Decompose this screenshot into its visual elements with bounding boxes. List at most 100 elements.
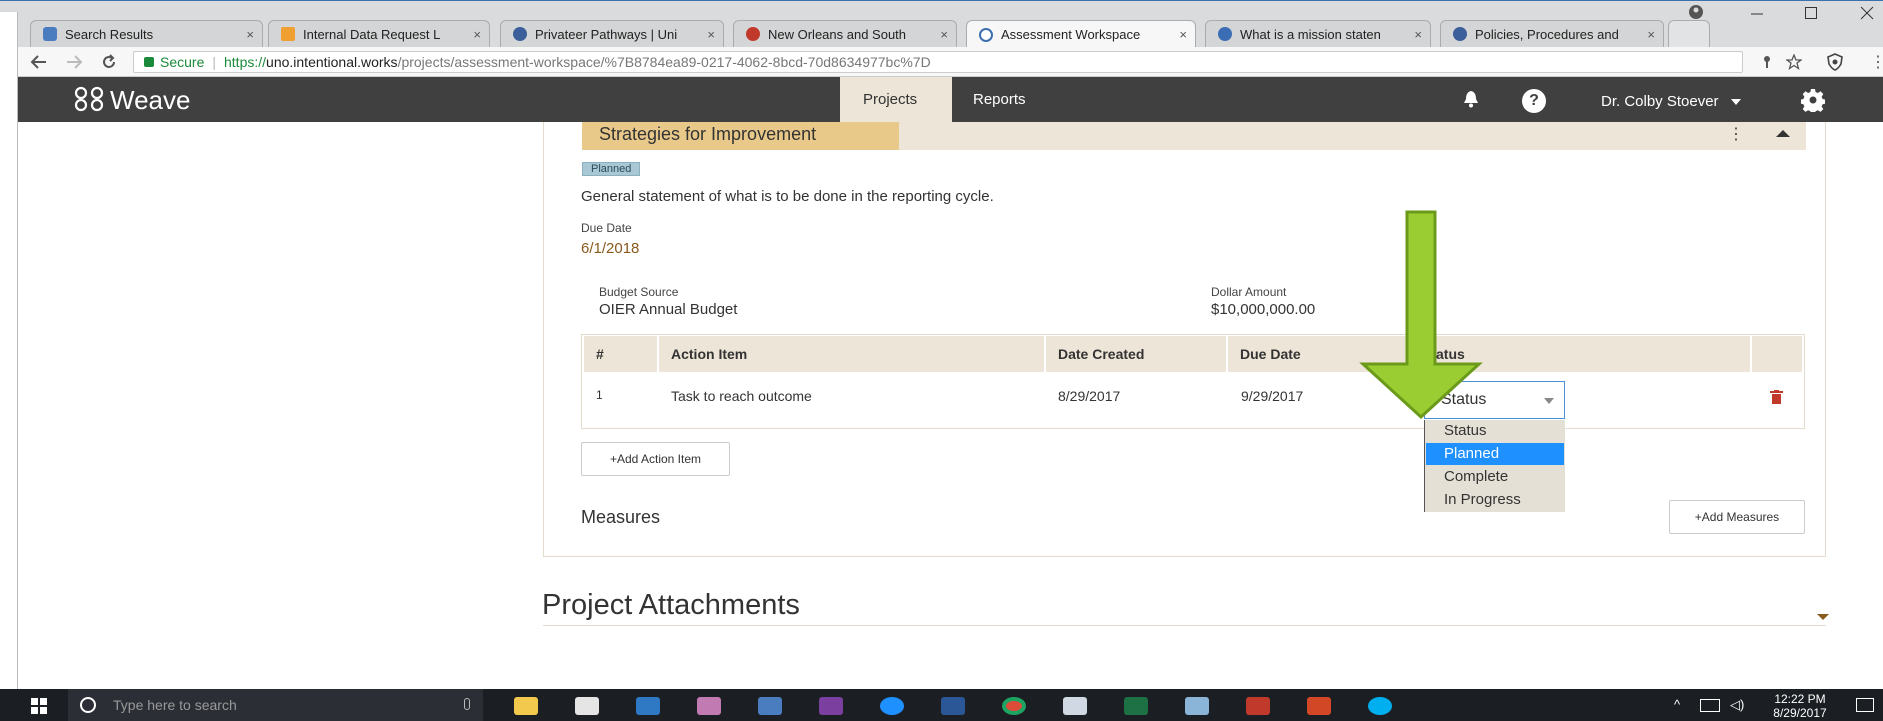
bell-icon[interactable] [1461,89,1481,114]
add-measures-button[interactable]: +Add Measures [1669,500,1805,534]
window-left-edge [0,12,18,689]
windows-start-icon[interactable] [31,698,47,719]
acrobat-icon[interactable] [1246,697,1270,715]
tab-label: Privateer Pathways | Uni [535,26,678,42]
onenote-icon[interactable] [819,697,843,715]
reload-icon[interactable] [100,53,118,76]
taskbar-search-box[interactable]: Type here to search [68,689,483,721]
user-menu[interactable]: Dr. Colby Stoever [1601,93,1741,110]
help-icon[interactable]: ? [1522,89,1546,113]
maximize-icon[interactable] [1804,6,1818,24]
internet-explorer-icon[interactable] [880,697,904,715]
skype-icon[interactable] [1368,697,1392,715]
tab-mission-statement[interactable]: What is a mission staten × [1205,20,1431,47]
remote-desktop-icon[interactable] [758,697,782,715]
taskbar-clock[interactable]: 12:22 PM 8/29/2017 [1770,692,1830,720]
tab-assessment-workspace[interactable]: Assessment Workspace × [966,20,1196,48]
minimize-icon[interactable] [1750,6,1764,24]
row-action-item: Task to reach outcome [671,388,812,404]
chevron-down-icon [1730,99,1741,106]
notepad-icon[interactable] [1185,697,1209,715]
tray-chevron-icon[interactable]: ^ [1674,697,1680,712]
close-icon[interactable]: × [940,27,948,42]
tab-privateer-pathways[interactable]: Privateer Pathways | Uni × [500,20,724,47]
dollar-amount-value: $10,000,000.00 [1211,301,1316,318]
row-num: 1 [596,388,603,402]
chrome-icon[interactable] [1002,697,1026,715]
status-badge: Planned [582,162,641,176]
close-icon[interactable]: × [1647,27,1655,42]
tab-internal-data-request[interactable]: Internal Data Request L × [268,20,490,47]
gear-icon[interactable] [1800,88,1826,117]
tab-label: What is a mission staten [1240,26,1381,42]
expand-caret-icon[interactable] [1817,614,1829,620]
due-date-label: Due Date [581,221,632,235]
store-icon[interactable] [575,697,599,715]
network-icon[interactable] [1700,699,1720,712]
tab-policies-procedures[interactable]: Policies, Procedures and × [1440,20,1664,47]
delete-trash-icon[interactable] [1770,390,1783,409]
lock-icon [144,57,154,67]
extension-shield-icon[interactable] [1826,53,1844,76]
action-center-icon[interactable] [1856,698,1874,712]
close-icon[interactable]: × [1414,27,1422,42]
url-divider: | [212,54,216,70]
url-host: uno.intentional.works [266,54,398,70]
key-icon[interactable] [1760,55,1774,74]
excel-icon[interactable] [1124,697,1148,715]
url-omnibox[interactable]: Secure | https:// uno.intentional.works … [133,51,1743,73]
more-options-icon[interactable]: ⋮ [1728,124,1744,144]
close-icon[interactable]: × [473,27,481,42]
forward-icon[interactable] [65,53,83,76]
project-attachments-heading: Project Attachments [542,589,800,621]
clock-time: 12:22 PM [1774,692,1826,706]
close-icon[interactable]: × [707,27,715,42]
tab-new-orleans[interactable]: New Orleans and South × [733,20,957,47]
annotation-arrow-icon [1359,210,1483,420]
powerpoint-icon[interactable] [1307,697,1331,715]
status-option-status[interactable]: Status [1426,420,1564,442]
status-option-planned[interactable]: Planned [1426,443,1564,465]
cortana-circle-icon [80,697,96,713]
tab-label: Internal Data Request L [303,26,441,42]
bookmark-star-icon[interactable] [1785,53,1803,75]
measures-heading: Measures [581,507,661,527]
tab-search-results[interactable]: Search Results × [30,20,263,47]
status-option-complete[interactable]: Complete [1426,466,1564,488]
dollar-amount-label: Dollar Amount [1211,285,1287,299]
url-scheme: https:// [224,54,267,70]
secure-label: Secure [160,54,205,70]
new-tab-button[interactable] [1668,20,1710,47]
table-header-date-created: Date Created [1046,336,1226,372]
status-option-in-progress[interactable]: In Progress [1426,489,1564,511]
table-header-action-item: Action Item [659,336,1044,372]
outlook-icon[interactable] [636,697,660,715]
nav-reports-label[interactable]: Reports [973,91,1026,108]
budget-source-value: OIER Annual Budget [599,301,738,318]
window-close-icon[interactable] [1860,6,1874,24]
weave-logo-text[interactable]: Weave [110,85,190,116]
microphone-icon [464,698,470,710]
close-icon[interactable]: × [1179,27,1187,42]
clock-date: 8/29/2017 [1773,706,1827,720]
volume-icon[interactable]: ◁) [1730,697,1744,713]
budget-source-label: Budget Source [599,285,679,299]
add-action-item-button[interactable]: +Add Action Item [581,442,730,476]
back-icon[interactable] [30,53,48,76]
table-header-num: # [584,336,657,372]
user-name: Dr. Colby Stoever [1601,93,1719,110]
snipping-tool-icon[interactable] [697,697,721,715]
weave-logo-icon[interactable] [72,86,106,117]
collapse-caret-icon[interactable] [1776,130,1790,137]
orange-app-icon [281,27,295,41]
url-path: /projects/assessment-workspace/%7B8784ea… [397,54,931,70]
chrome-menu-icon[interactable]: ⋮ [1870,52,1883,72]
calculator-icon[interactable] [1063,697,1087,715]
profile-icon[interactable] [1688,4,1704,24]
section-divider [543,625,1826,626]
taskbar-search-placeholder: Type here to search [113,697,237,713]
nav-projects-label[interactable]: Projects [863,91,917,108]
close-icon[interactable]: × [246,27,254,42]
file-explorer-icon[interactable] [514,697,538,715]
word-icon[interactable] [941,697,965,715]
